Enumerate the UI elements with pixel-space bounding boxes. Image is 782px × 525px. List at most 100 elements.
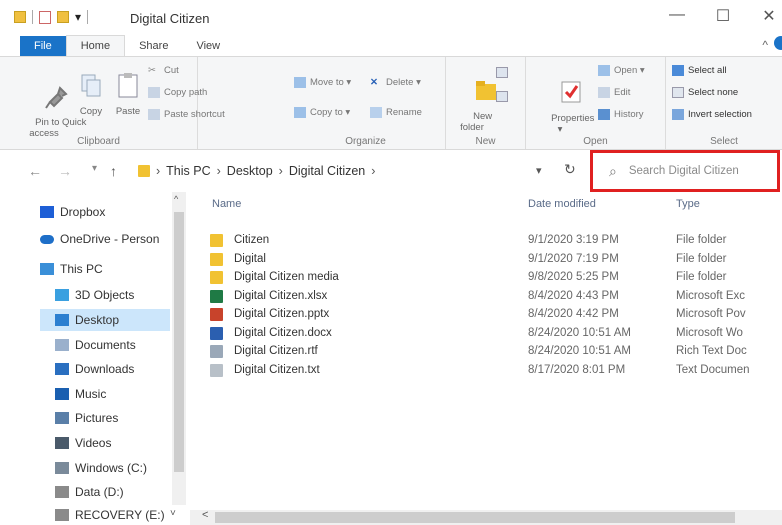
select-none-button[interactable]: Select none <box>672 87 738 98</box>
file-name[interactable]: Citizen <box>234 234 269 246</box>
address-dropdown-button[interactable]: ▾ <box>536 164 542 177</box>
nav-item-pictures[interactable]: Pictures <box>55 411 118 425</box>
edit-button[interactable]: Edit <box>598 87 630 98</box>
maximize-button[interactable]: ☐ <box>708 6 738 26</box>
download-icon <box>55 363 69 375</box>
properties-button[interactable]: Properties ▾ <box>530 67 594 146</box>
nav-item-label: Videos <box>75 436 112 450</box>
new-folder-icon[interactable] <box>57 11 69 23</box>
address-bar[interactable]: › This PC › Desktop › Digital Citizen › <box>138 158 578 184</box>
file-date-modified: 8/24/2020 10:51 AM <box>528 326 631 339</box>
new-item-button[interactable] <box>496 67 508 78</box>
nav-item-label: Documents <box>75 338 136 352</box>
nav-item-label: Desktop <box>75 313 120 327</box>
file-row[interactable]: Digital 9/1/2020 7:19 PM File folder <box>210 251 782 271</box>
new-folder-button[interactable]: New folder <box>452 65 497 144</box>
copy-to-button[interactable]: Copy to ▾ <box>294 107 350 118</box>
nav-item-dropbox[interactable]: Dropbox <box>40 205 105 219</box>
file-row[interactable]: Digital Citizen.xlsx 8/4/2020 4:43 PM Micr… <box>210 288 782 308</box>
file-name[interactable]: Digital Citizen.pptx <box>234 308 329 320</box>
select-all-button[interactable]: Select all <box>672 65 727 76</box>
search-box[interactable]: ⌕ Search Digital Citizen <box>590 150 780 192</box>
scroll-left-button[interactable]: < <box>202 509 208 521</box>
file-name[interactable]: Digital <box>234 253 266 265</box>
scroll-down-button[interactable]: ˅ <box>170 508 176 519</box>
nav-item-recovery-e[interactable]: RECOVERY (E:) <box>55 508 165 522</box>
nav-item-downloads[interactable]: Downloads <box>55 362 134 376</box>
folder-icon[interactable] <box>14 11 26 23</box>
paste-shortcut-button[interactable]: Paste shortcut <box>148 109 225 120</box>
back-button[interactable]: ← <box>28 163 42 179</box>
breadcrumb-digital-citizen[interactable]: Digital Citizen <box>289 164 365 178</box>
tab-view[interactable]: View <box>182 36 234 56</box>
scroll-up-button[interactable]: ^ <box>174 194 178 204</box>
clipboard-group-label: Clipboard <box>77 136 120 147</box>
column-header-date-modified[interactable]: Date modified <box>528 198 596 210</box>
nav-item-windows-c[interactable]: Windows (C:) <box>55 461 147 475</box>
up-button[interactable]: ↑ <box>110 163 117 179</box>
nav-item-3d-objects[interactable]: 3D Objects <box>55 288 134 302</box>
move-to-button[interactable]: Move to ▾ <box>294 77 351 88</box>
horizontal-scroll-thumb[interactable] <box>215 512 735 523</box>
nav-pane-scroll-thumb[interactable] <box>174 212 184 472</box>
easy-access-icon <box>496 91 508 102</box>
history-button[interactable]: History <box>598 109 644 120</box>
easy-access-button[interactable] <box>496 91 508 102</box>
file-row[interactable]: Digital Citizen.rtf 8/24/2020 10:51 AM Ric… <box>210 343 782 363</box>
file-row[interactable]: Digital Citizen.docx 8/24/2020 10:51 AM Mi… <box>210 325 782 345</box>
nav-item-this-pc[interactable]: This PC <box>40 262 103 276</box>
copy-button[interactable]: Copy <box>72 71 110 117</box>
column-header-name[interactable]: Name <box>212 198 241 210</box>
search-icon: ⌕ <box>609 162 617 179</box>
column-header-type[interactable]: Type <box>676 198 700 210</box>
organize-group-label: Organize <box>345 136 386 147</box>
nav-item-videos[interactable]: Videos <box>55 436 111 450</box>
file-row[interactable]: Digital Citizen.txt 8/17/2020 8:01 PM Text… <box>210 362 782 382</box>
file-name[interactable]: Digital Citizen.xlsx <box>234 290 327 302</box>
nav-item-documents[interactable]: Documents <box>55 338 136 352</box>
tab-file[interactable]: File <box>20 36 66 56</box>
quick-access-toolbar: ▾ <box>14 10 89 24</box>
file-row[interactable]: Digital Citizen media 9/8/2020 5:25 PM Fil… <box>210 269 782 289</box>
nav-item-desktop[interactable]: Desktop <box>40 309 170 331</box>
file-name[interactable]: Digital Citizen.docx <box>234 327 332 339</box>
excel-icon <box>210 289 223 303</box>
delete-button[interactable]: ✕ Delete ▾ <box>370 77 421 88</box>
copy-path-button[interactable]: Copy path <box>148 87 207 98</box>
breadcrumb-this-pc[interactable]: This PC <box>166 164 210 178</box>
file-name[interactable]: Digital Citizen.rtf <box>234 345 318 357</box>
file-row[interactable]: Digital Citizen.pptx 8/4/2020 4:42 PM Micr… <box>210 306 782 326</box>
videos-icon <box>55 437 69 449</box>
ribbon: Pin to Quick access Copy Paste ✂ Cut Cop… <box>0 56 782 150</box>
customize-qat-dropdown[interactable]: ▾ <box>75 10 81 24</box>
file-type: Microsoft Wo <box>676 326 743 339</box>
open-icon <box>598 65 610 76</box>
cut-button[interactable]: ✂ Cut <box>148 65 179 76</box>
invert-selection-button[interactable]: Invert selection <box>672 109 752 120</box>
nav-item-onedrive-person[interactable]: OneDrive - Person <box>40 232 159 246</box>
folder-icon <box>210 234 223 247</box>
nav-item-label: 3D Objects <box>75 288 135 302</box>
properties-icon[interactable] <box>39 10 51 24</box>
file-name[interactable]: Digital Citizen media <box>234 271 339 283</box>
new-group: New folder New <box>446 57 526 149</box>
forward-button[interactable]: → <box>58 163 72 179</box>
file-row[interactable]: Citizen 9/1/2020 3:19 PM File folder <box>210 232 782 252</box>
paste-button[interactable]: Paste <box>108 71 148 117</box>
nav-item-music[interactable]: Music <box>55 387 106 401</box>
tab-home[interactable]: Home <box>65 35 126 56</box>
minimize-button[interactable]: — <box>662 6 692 24</box>
recent-locations-button[interactable]: ▾ <box>92 163 97 174</box>
nav-item-data-d[interactable]: Data (D:) <box>55 485 124 499</box>
breadcrumb-desktop[interactable]: Desktop <box>227 164 273 178</box>
open-button[interactable]: Open ▾ <box>598 65 645 76</box>
tab-share[interactable]: Share <box>125 36 182 56</box>
file-name[interactable]: Digital Citizen.txt <box>234 364 320 376</box>
collapse-ribbon-button[interactable]: ^ <box>762 38 768 52</box>
help-icon[interactable] <box>774 36 782 50</box>
search-input[interactable]: Search Digital Citizen <box>629 165 739 177</box>
rename-button[interactable]: Rename <box>370 107 422 118</box>
close-button[interactable]: ✕ <box>754 6 782 26</box>
refresh-button[interactable]: ↻ <box>564 161 576 178</box>
drive-icon <box>55 462 69 474</box>
